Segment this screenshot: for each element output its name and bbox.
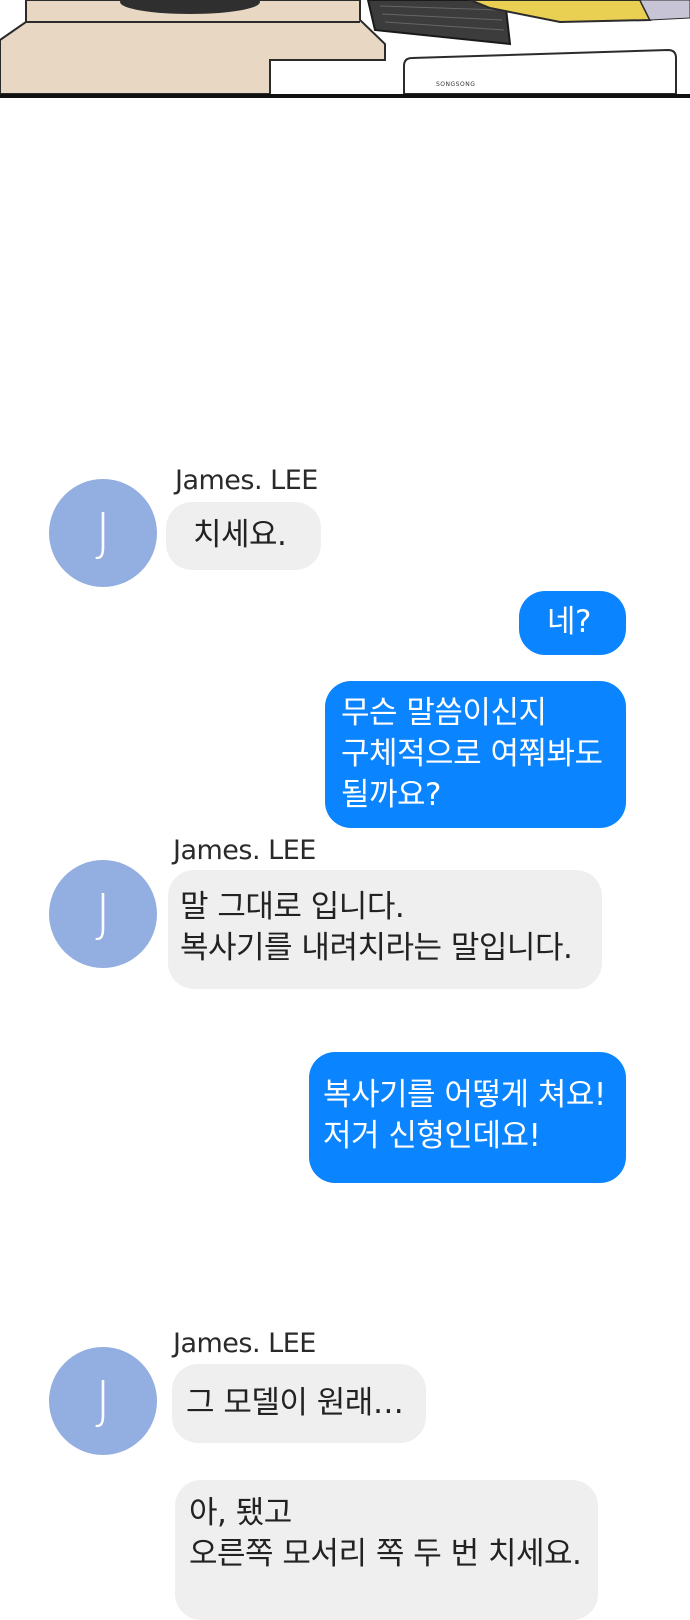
sender-name: James. LEE: [175, 465, 318, 496]
outgoing-message-bubble: 복사기를 어떻게 쳐요! 저거 신형인데요!: [309, 1052, 626, 1183]
incoming-message-bubble: 치세요.: [166, 502, 321, 570]
office-desk-illustration: [0, 0, 690, 94]
incoming-message-bubble: 그 모델이 원래…: [172, 1364, 426, 1443]
message-line: 될까요?: [341, 777, 442, 813]
avatar: J: [49, 860, 157, 968]
message-line: 네?: [547, 604, 591, 640]
sender-name: James. LEE: [173, 1328, 316, 1359]
monitor-brand-label: SONGSONG: [436, 81, 476, 88]
outgoing-message-bubble: 무슨 말씀이신지 구체적으로 여쭤봐도 될까요?: [325, 681, 626, 828]
message-line: 말 그대로 입니다.: [180, 889, 405, 925]
message-line: 치세요.: [193, 517, 287, 553]
message-line: 복사기를 어떻게 쳐요!: [323, 1077, 606, 1113]
message-line: 저거 신형인데요!: [323, 1118, 541, 1154]
message-line: 복사기를 내려치라는 말입니다.: [180, 930, 573, 966]
avatar-letter: J: [95, 503, 111, 563]
outgoing-message-bubble: 네?: [519, 591, 626, 655]
comic-panel: SONGSONG: [0, 0, 690, 98]
message-line: 구체적으로 여쭤봐도: [341, 736, 603, 772]
avatar-letter: J: [95, 884, 111, 944]
incoming-message-bubble: 아, 됐고 오른쪽 모서리 쪽 두 번 치세요.: [175, 1480, 598, 1620]
incoming-message-bubble: 말 그대로 입니다. 복사기를 내려치라는 말입니다.: [168, 870, 602, 989]
message-line: 오른쪽 모서리 쪽 두 번 치세요.: [189, 1536, 582, 1572]
message-line: 무슨 말씀이신지: [341, 695, 547, 731]
avatar: J: [49, 479, 157, 587]
sender-name: James. LEE: [173, 835, 316, 866]
avatar-letter: J: [95, 1371, 111, 1431]
message-line: 아, 됐고: [189, 1495, 292, 1531]
message-line: 그 모델이 원래…: [186, 1385, 404, 1421]
avatar: J: [49, 1347, 157, 1455]
